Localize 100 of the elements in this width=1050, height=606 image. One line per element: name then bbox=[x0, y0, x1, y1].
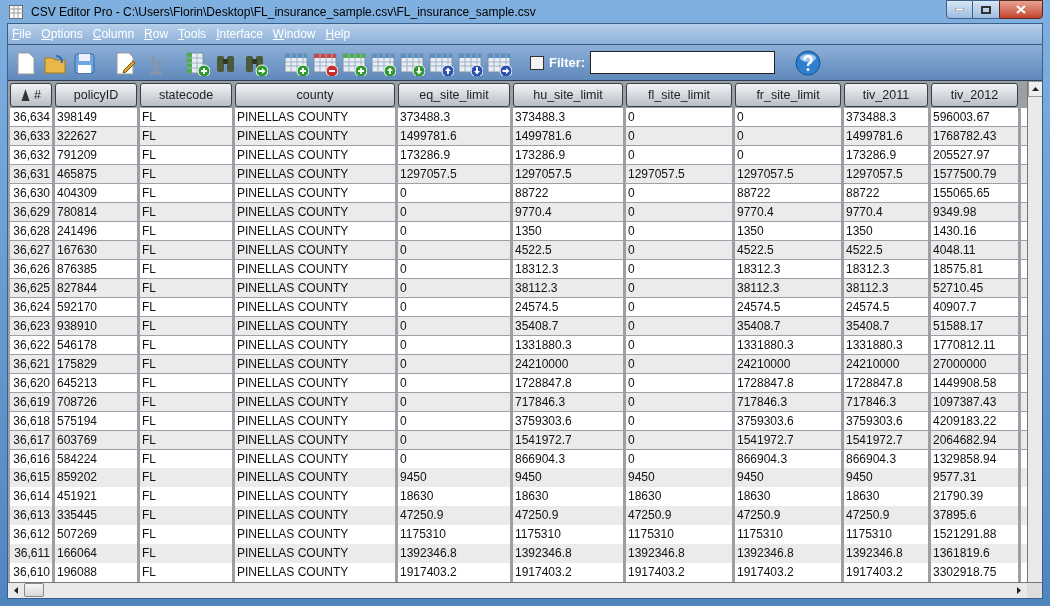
table-cell: 717846.3 bbox=[513, 392, 626, 412]
table-cell: 1768782.43 bbox=[931, 126, 1021, 146]
column-header[interactable]: tiv_2012 bbox=[931, 83, 1018, 108]
table-cell: 451921 bbox=[55, 487, 140, 507]
table-cell: 1577500.79 bbox=[931, 164, 1021, 184]
table-cell: 0 bbox=[626, 259, 735, 279]
table-cell: 0 bbox=[398, 316, 513, 336]
table-cell: 0 bbox=[735, 107, 844, 127]
table-cell: FL bbox=[140, 164, 235, 184]
table-cell: 1541972.7 bbox=[513, 430, 626, 450]
table-cell: 0 bbox=[398, 430, 513, 450]
app-icon bbox=[9, 4, 23, 19]
scroll-up-icon[interactable] bbox=[1028, 81, 1042, 98]
table-cell: 9577.31 bbox=[931, 468, 1021, 488]
table-cell: 173286.9 bbox=[844, 145, 931, 165]
table-cell: 175829 bbox=[55, 354, 140, 374]
table-cell: 791209 bbox=[55, 145, 140, 165]
table-cell: 18575.81 bbox=[931, 259, 1021, 279]
table-cell: 18630 bbox=[735, 487, 844, 507]
column-header[interactable]: eq_site_limit bbox=[398, 83, 510, 108]
table-cell: FL bbox=[140, 525, 235, 545]
table-cell: 0 bbox=[735, 145, 844, 165]
row-number: 36,612 bbox=[10, 525, 55, 545]
table-cell: 4048.11 bbox=[931, 240, 1021, 260]
table-cell: 0 bbox=[398, 259, 513, 279]
table-cell: 708726 bbox=[55, 392, 140, 412]
table-cell: FL bbox=[140, 107, 235, 127]
table-cell: PINELLAS COUNTY bbox=[235, 240, 398, 260]
table-cell: 0 bbox=[398, 354, 513, 374]
table-cell: 196088 bbox=[55, 563, 140, 582]
table-add-icon[interactable] bbox=[184, 49, 210, 76]
table-cell: 1175310 bbox=[513, 525, 626, 545]
filter-checkbox[interactable] bbox=[530, 55, 544, 70]
table-cell: 1175310 bbox=[735, 525, 844, 545]
table-cell: 47250.9 bbox=[398, 506, 513, 526]
column-header[interactable]: statecode bbox=[140, 83, 232, 108]
column-header[interactable]: hu_site_limit bbox=[513, 83, 623, 108]
row-number: 36,632 bbox=[10, 145, 55, 165]
table-cell: PINELLAS COUNTY bbox=[235, 525, 398, 545]
maximize-button[interactable] bbox=[973, 0, 999, 19]
column-header[interactable]: policyID bbox=[55, 83, 137, 108]
table-cell: 24210000 bbox=[844, 354, 931, 374]
table-cell: FL bbox=[140, 335, 235, 355]
table-cell: 859202 bbox=[55, 468, 140, 488]
table-cell: 0 bbox=[398, 411, 513, 431]
row-number: 36,628 bbox=[10, 221, 55, 241]
row-number: 36,619 bbox=[10, 392, 55, 412]
table-cell: 398149 bbox=[55, 107, 140, 127]
horizontal-scrollbar[interactable] bbox=[8, 582, 1042, 598]
table-cell: PINELLAS COUNTY bbox=[235, 430, 398, 450]
table-cell: PINELLAS COUNTY bbox=[235, 316, 398, 336]
table-cell: 1350 bbox=[844, 221, 931, 241]
table-cell: PINELLAS COUNTY bbox=[235, 335, 398, 355]
table-cell: 335445 bbox=[55, 506, 140, 526]
column-header[interactable]: # bbox=[10, 83, 52, 108]
table-cell: PINELLAS COUNTY bbox=[235, 259, 398, 279]
table-cell: 1917403.2 bbox=[513, 563, 626, 582]
column-header[interactable]: county bbox=[235, 83, 395, 108]
row-number: 36,625 bbox=[10, 278, 55, 298]
table-cell: 0 bbox=[735, 126, 844, 146]
table-cell: 0 bbox=[626, 278, 735, 298]
filter-field[interactable] bbox=[590, 51, 776, 75]
table-cell: 167630 bbox=[55, 240, 140, 260]
scrollbar-thumb[interactable] bbox=[24, 583, 44, 597]
table-cell: 0 bbox=[626, 221, 735, 241]
row-number: 36,633 bbox=[10, 126, 55, 146]
column-header[interactable]: tiv_2011 bbox=[844, 83, 928, 108]
table-cell: 1917403.2 bbox=[844, 563, 931, 582]
table-cell: 241496 bbox=[55, 221, 140, 241]
column-header[interactable]: fl_site_limit bbox=[626, 83, 732, 108]
table-cell: 1297057.5 bbox=[626, 164, 735, 184]
table-cell: 0 bbox=[626, 240, 735, 260]
table-cell: PINELLAS COUNTY bbox=[235, 506, 398, 526]
vertical-scrollbar[interactable] bbox=[1027, 81, 1042, 582]
row-number: 36,629 bbox=[10, 202, 55, 222]
table-cell: 507269 bbox=[55, 525, 140, 545]
minimize-button[interactable] bbox=[946, 0, 973, 19]
row-number: 36,616 bbox=[10, 449, 55, 469]
table-cell: PINELLAS COUNTY bbox=[235, 449, 398, 469]
table-cell: 1499781.6 bbox=[844, 126, 931, 146]
table-cell: 0 bbox=[398, 221, 513, 241]
table-cell: 47250.9 bbox=[513, 506, 626, 526]
table-cell: PINELLAS COUNTY bbox=[235, 373, 398, 393]
table-cell: 24210000 bbox=[735, 354, 844, 374]
table-cell: 18312.3 bbox=[844, 259, 931, 279]
table-cell: PINELLAS COUNTY bbox=[235, 145, 398, 165]
table-cell: 1499781.6 bbox=[513, 126, 626, 146]
table-cell: 1728847.8 bbox=[513, 373, 626, 393]
table-cell: 1449908.58 bbox=[931, 373, 1021, 393]
close-button[interactable] bbox=[999, 0, 1043, 19]
table-cell: FL bbox=[140, 449, 235, 469]
help-icon[interactable] bbox=[795, 49, 822, 76]
table-cell: 0 bbox=[398, 335, 513, 355]
column-header[interactable]: fr_site_limit bbox=[735, 83, 841, 108]
table-cell: 1350 bbox=[513, 221, 626, 241]
table-cell: 18312.3 bbox=[735, 259, 844, 279]
table-cell: 0 bbox=[626, 430, 735, 450]
scrollbar-corner bbox=[1027, 583, 1042, 598]
table-cell: FL bbox=[140, 411, 235, 431]
table-cell: 3759303.6 bbox=[513, 411, 626, 431]
